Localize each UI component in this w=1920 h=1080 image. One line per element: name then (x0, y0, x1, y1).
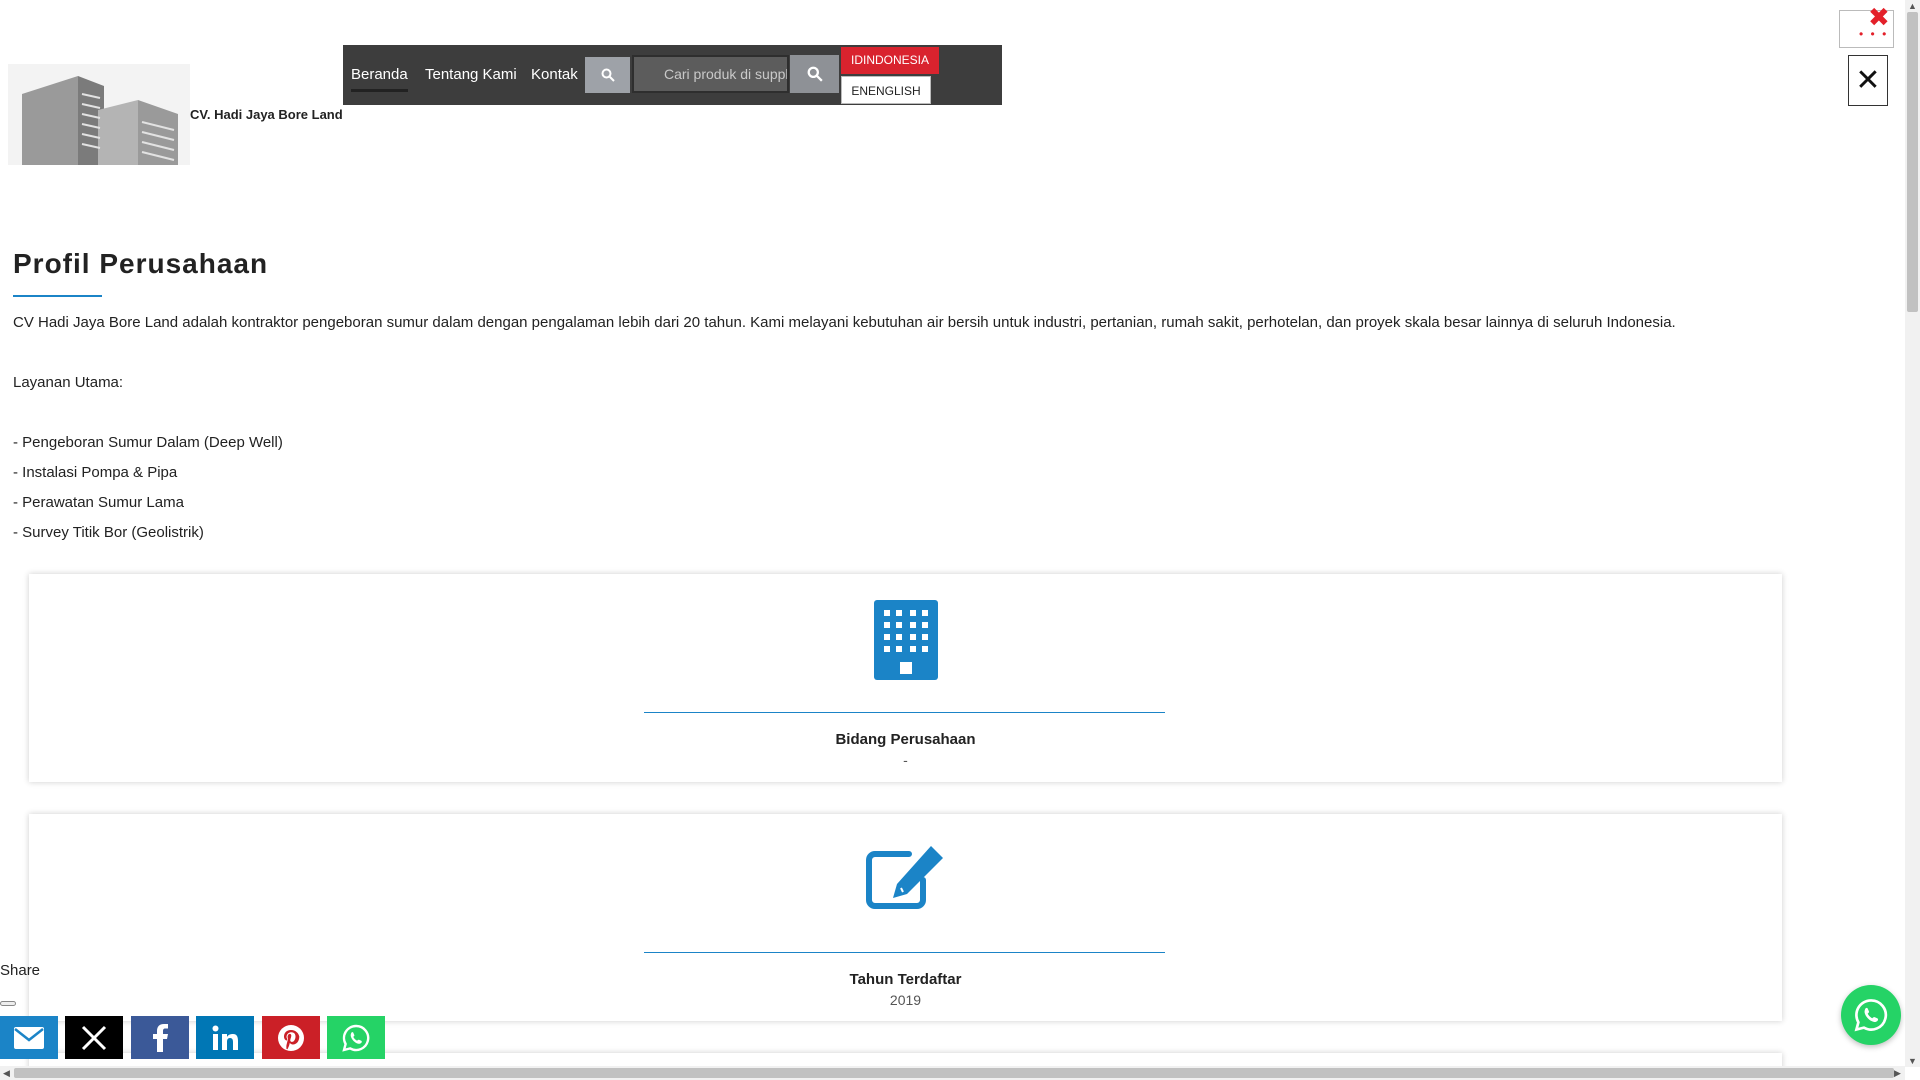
scroll-up-icon[interactable]: ▲ (1908, 1, 1917, 11)
top-navbar: Beranda Tentang Kami Kontak IDINDONESIA … (343, 45, 1002, 105)
facebook-icon (153, 1023, 168, 1052)
service-item: - Perawatan Sumur Lama (13, 494, 184, 511)
edit-icon (865, 844, 947, 915)
page-title: Profil Perusahaan (13, 248, 269, 279)
share-linkedin-button[interactable] (196, 1016, 254, 1059)
email-icon (14, 1026, 44, 1049)
company-logo[interactable] (8, 64, 190, 165)
company-name[interactable]: CV. Hadi Jaya Bore Land (190, 107, 343, 122)
intro-paragraph: CV Hadi Jaya Bore Land adalah kontraktor… (13, 314, 1676, 331)
search-icon (807, 66, 823, 82)
dots-icon: • • • (1859, 27, 1889, 41)
search-toggle-button[interactable] (585, 57, 630, 93)
scroll-down-icon[interactable]: ▼ (1908, 1056, 1917, 1066)
service-item: - Survey Titik Bor (Geolistrik) (13, 524, 204, 541)
pinterest-icon (278, 1024, 304, 1051)
nav-kontak[interactable]: Kontak (531, 45, 578, 105)
search-icon (601, 68, 615, 82)
card-label: Bidang Perusahaan (835, 731, 976, 748)
vertical-scroll-thumb[interactable] (1907, 12, 1918, 312)
share-collapse-handle[interactable] (0, 1001, 16, 1006)
service-item: - Instalasi Pompa & Pipa (13, 464, 178, 481)
x-icon (81, 1025, 107, 1050)
whatsapp-icon (342, 1024, 370, 1052)
card-value: 2019 (889, 992, 922, 1008)
card-divider (644, 712, 1165, 713)
close-button[interactable]: ✕ (1848, 55, 1888, 106)
search-button[interactable] (790, 55, 839, 93)
building-icon (873, 600, 938, 685)
share-facebook-button[interactable] (131, 1016, 189, 1059)
whatsapp-float-button[interactable] (1841, 985, 1901, 1045)
info-card-bidang: Bidang Perusahaan - (29, 574, 1782, 782)
share-whatsapp-button[interactable] (327, 1016, 385, 1059)
search-input[interactable] (632, 55, 789, 93)
title-underline (13, 295, 102, 297)
card-label: Tahun Terdaftar (849, 971, 962, 988)
card-divider (644, 952, 1165, 953)
share-x-button[interactable] (65, 1016, 123, 1059)
card-value: - (903, 752, 908, 768)
nav-beranda[interactable]: Beranda (351, 45, 408, 92)
language-english-button[interactable]: ENENGLISH (841, 76, 931, 104)
scroll-right-icon[interactable]: ▶ (1894, 1068, 1901, 1079)
service-item: - Pengeboran Sumur Dalam (Deep Well) (13, 434, 283, 451)
info-card-tahun: Tahun Terdaftar 2019 (29, 814, 1782, 1021)
share-label: Share (0, 962, 41, 979)
share-pinterest-button[interactable] (262, 1016, 320, 1059)
language-indonesia-button[interactable]: IDINDONESIA (841, 47, 939, 74)
scroll-left-icon[interactable]: ◀ (3, 1068, 10, 1079)
close-icon: ✕ (1855, 64, 1881, 97)
nav-tentang-kami[interactable]: Tentang Kami (425, 45, 517, 105)
share-email-button[interactable] (0, 1016, 58, 1059)
whatsapp-icon (1854, 999, 1888, 1032)
linkedin-icon (212, 1025, 238, 1050)
services-heading: Layanan Utama: (13, 374, 124, 391)
horizontal-scroll-thumb[interactable] (14, 1068, 1894, 1078)
